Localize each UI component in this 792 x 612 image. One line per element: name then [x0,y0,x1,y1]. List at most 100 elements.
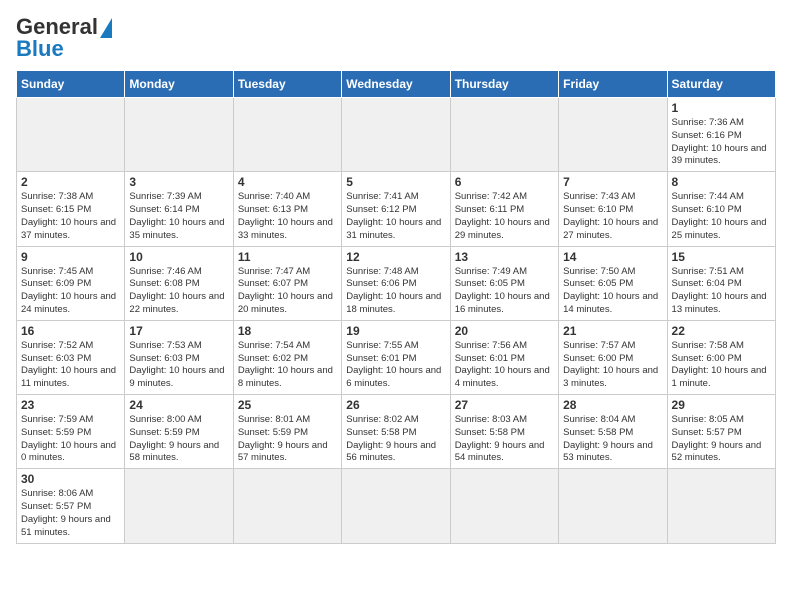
calendar-cell-4-3: 26 Sunrise: 8:02 AMSunset: 5:58 PMDayligh… [342,395,450,469]
day-info: Sunrise: 7:46 AMSunset: 6:08 PMDaylight:… [129,266,228,317]
calendar-cell-4-4: 27Sunrise: 8:03 AMSunset: 5:58 PMDayligh… [450,395,558,469]
day-number: 6 [455,175,554,189]
day-number: 26 [346,398,445,412]
day-info: Sunrise: 8:00 AMSunset: 5:59 PMDaylight:… [129,414,228,465]
day-number: 15 [672,250,771,264]
day-number: 17 [129,324,228,338]
calendar-cell-1-1: 3 Sunrise: 7:39 AMSunset: 6:14 PMDaylight… [125,172,233,246]
calendar-cell-5-5 [559,469,667,543]
day-info: Sunrise: 7:59 AMSunset: 5:59 PMDaylight:… [21,414,120,465]
day-number: 9 [21,250,120,264]
day-number: 11 [238,250,337,264]
calendar-cell-1-0: 2 Sunrise: 7:38 AMSunset: 6:15 PMDaylight… [17,172,125,246]
day-info: Sunrise: 7:50 AMSunset: 6:05 PMDaylight:… [563,266,662,317]
calendar-cell-4-5: 28 Sunrise: 8:04 AMSunset: 5:58 PMDayligh… [559,395,667,469]
calendar-cell-3-2: 18 Sunrise: 7:54 AMSunset: 6:02 PMDayligh… [233,320,341,394]
day-info: Sunrise: 8:03 AMSunset: 5:58 PMDaylight:… [455,414,554,465]
calendar-cell-5-1 [125,469,233,543]
calendar-table: SundayMondayTuesdayWednesdayThursdayFrid… [16,70,776,544]
weekday-header-wednesday: Wednesday [342,71,450,98]
day-number: 12 [346,250,445,264]
day-info: Sunrise: 7:41 AMSunset: 6:12 PMDaylight:… [346,191,445,242]
weekday-header-thursday: Thursday [450,71,558,98]
calendar-cell-1-3: 5 Sunrise: 7:41 AMSunset: 6:12 PMDaylight… [342,172,450,246]
calendar-cell-3-0: 16Sunrise: 7:52 AMSunset: 6:03 PMDayligh… [17,320,125,394]
calendar-cell-5-3 [342,469,450,543]
day-info: Sunrise: 7:40 AMSunset: 6:13 PMDaylight:… [238,191,337,242]
day-number: 24 [129,398,228,412]
day-number: 4 [238,175,337,189]
calendar-cell-5-2 [233,469,341,543]
calendar-cell-3-5: 21Sunrise: 7:57 AMSunset: 6:00 PMDayligh… [559,320,667,394]
weekday-header-monday: Monday [125,71,233,98]
calendar-cell-2-6: 15 Sunrise: 7:51 AMSunset: 6:04 PMDayligh… [667,246,775,320]
header: General Blue [16,16,776,60]
day-number: 1 [672,101,771,115]
calendar-cell-0-1 [125,98,233,172]
day-info: Sunrise: 7:44 AMSunset: 6:10 PMDaylight:… [672,191,771,242]
weekday-header-saturday: Saturday [667,71,775,98]
calendar-cell-2-4: 13 Sunrise: 7:49 AMSunset: 6:05 PMDayligh… [450,246,558,320]
day-info: Sunrise: 8:02 AMSunset: 5:58 PMDaylight:… [346,414,445,465]
day-number: 28 [563,398,662,412]
day-number: 20 [455,324,554,338]
day-number: 14 [563,250,662,264]
calendar-cell-3-4: 20Sunrise: 7:56 AMSunset: 6:01 PMDayligh… [450,320,558,394]
calendar-cell-1-2: 4 Sunrise: 7:40 AMSunset: 6:13 PMDaylight… [233,172,341,246]
day-number: 8 [672,175,771,189]
day-number: 22 [672,324,771,338]
calendar-cell-3-3: 19 Sunrise: 7:55 AMSunset: 6:01 PMDayligh… [342,320,450,394]
day-info: Sunrise: 8:04 AMSunset: 5:58 PMDaylight:… [563,414,662,465]
calendar-cell-3-1: 17Sunrise: 7:53 AMSunset: 6:03 PMDayligh… [125,320,233,394]
day-info: Sunrise: 7:55 AMSunset: 6:01 PMDaylight:… [346,340,445,391]
weekday-header-sunday: Sunday [17,71,125,98]
calendar-cell-1-6: 8 Sunrise: 7:44 AMSunset: 6:10 PMDaylight… [667,172,775,246]
weekday-header-tuesday: Tuesday [233,71,341,98]
calendar-cell-4-0: 23 Sunrise: 7:59 AMSunset: 5:59 PMDayligh… [17,395,125,469]
weekday-header-friday: Friday [559,71,667,98]
day-number: 19 [346,324,445,338]
day-info: Sunrise: 7:43 AMSunset: 6:10 PMDaylight:… [563,191,662,242]
day-info: Sunrise: 7:39 AMSunset: 6:14 PMDaylight:… [129,191,228,242]
calendar-cell-0-4 [450,98,558,172]
day-info: Sunrise: 7:51 AMSunset: 6:04 PMDaylight:… [672,266,771,317]
calendar-cell-5-0: 30 Sunrise: 8:06 AMSunset: 5:57 PMDayligh… [17,469,125,543]
day-info: Sunrise: 7:54 AMSunset: 6:02 PMDaylight:… [238,340,337,391]
day-number: 5 [346,175,445,189]
calendar-cell-2-5: 14 Sunrise: 7:50 AMSunset: 6:05 PMDayligh… [559,246,667,320]
calendar-cell-1-5: 7 Sunrise: 7:43 AMSunset: 6:10 PMDaylight… [559,172,667,246]
day-number: 7 [563,175,662,189]
calendar-cell-2-3: 12 Sunrise: 7:48 AMSunset: 6:06 PMDayligh… [342,246,450,320]
day-number: 18 [238,324,337,338]
calendar-cell-2-0: 9Sunrise: 7:45 AMSunset: 6:09 PMDaylight… [17,246,125,320]
calendar-cell-2-1: 10 Sunrise: 7:46 AMSunset: 6:08 PMDayligh… [125,246,233,320]
calendar-cell-3-6: 22 Sunrise: 7:58 AMSunset: 6:00 PMDayligh… [667,320,775,394]
day-number: 10 [129,250,228,264]
calendar-cell-0-2 [233,98,341,172]
day-number: 21 [563,324,662,338]
calendar-cell-0-6: 1 Sunrise: 7:36 AMSunset: 6:16 PMDaylight… [667,98,775,172]
day-number: 30 [21,472,120,486]
calendar-cell-0-0 [17,98,125,172]
day-number: 16 [21,324,120,338]
day-info: Sunrise: 7:38 AMSunset: 6:15 PMDaylight:… [21,191,120,242]
day-number: 2 [21,175,120,189]
day-info: Sunrise: 8:06 AMSunset: 5:57 PMDaylight:… [21,488,120,539]
day-info: Sunrise: 8:05 AMSunset: 5:57 PMDaylight:… [672,414,771,465]
day-number: 3 [129,175,228,189]
day-info: Sunrise: 7:48 AMSunset: 6:06 PMDaylight:… [346,266,445,317]
day-info: Sunrise: 7:42 AMSunset: 6:11 PMDaylight:… [455,191,554,242]
day-info: Sunrise: 7:47 AMSunset: 6:07 PMDaylight:… [238,266,337,317]
calendar-cell-2-2: 11 Sunrise: 7:47 AMSunset: 6:07 PMDayligh… [233,246,341,320]
calendar-cell-4-2: 25Sunrise: 8:01 AMSunset: 5:59 PMDayligh… [233,395,341,469]
calendar-cell-5-4 [450,469,558,543]
calendar-cell-0-3 [342,98,450,172]
day-number: 29 [672,398,771,412]
day-info: Sunrise: 7:49 AMSunset: 6:05 PMDaylight:… [455,266,554,317]
calendar-cell-0-5 [559,98,667,172]
day-number: 23 [21,398,120,412]
day-info: Sunrise: 7:36 AMSunset: 6:16 PMDaylight:… [672,117,771,168]
day-number: 13 [455,250,554,264]
calendar-cell-4-1: 24 Sunrise: 8:00 AMSunset: 5:59 PMDayligh… [125,395,233,469]
day-info: Sunrise: 7:58 AMSunset: 6:00 PMDaylight:… [672,340,771,391]
